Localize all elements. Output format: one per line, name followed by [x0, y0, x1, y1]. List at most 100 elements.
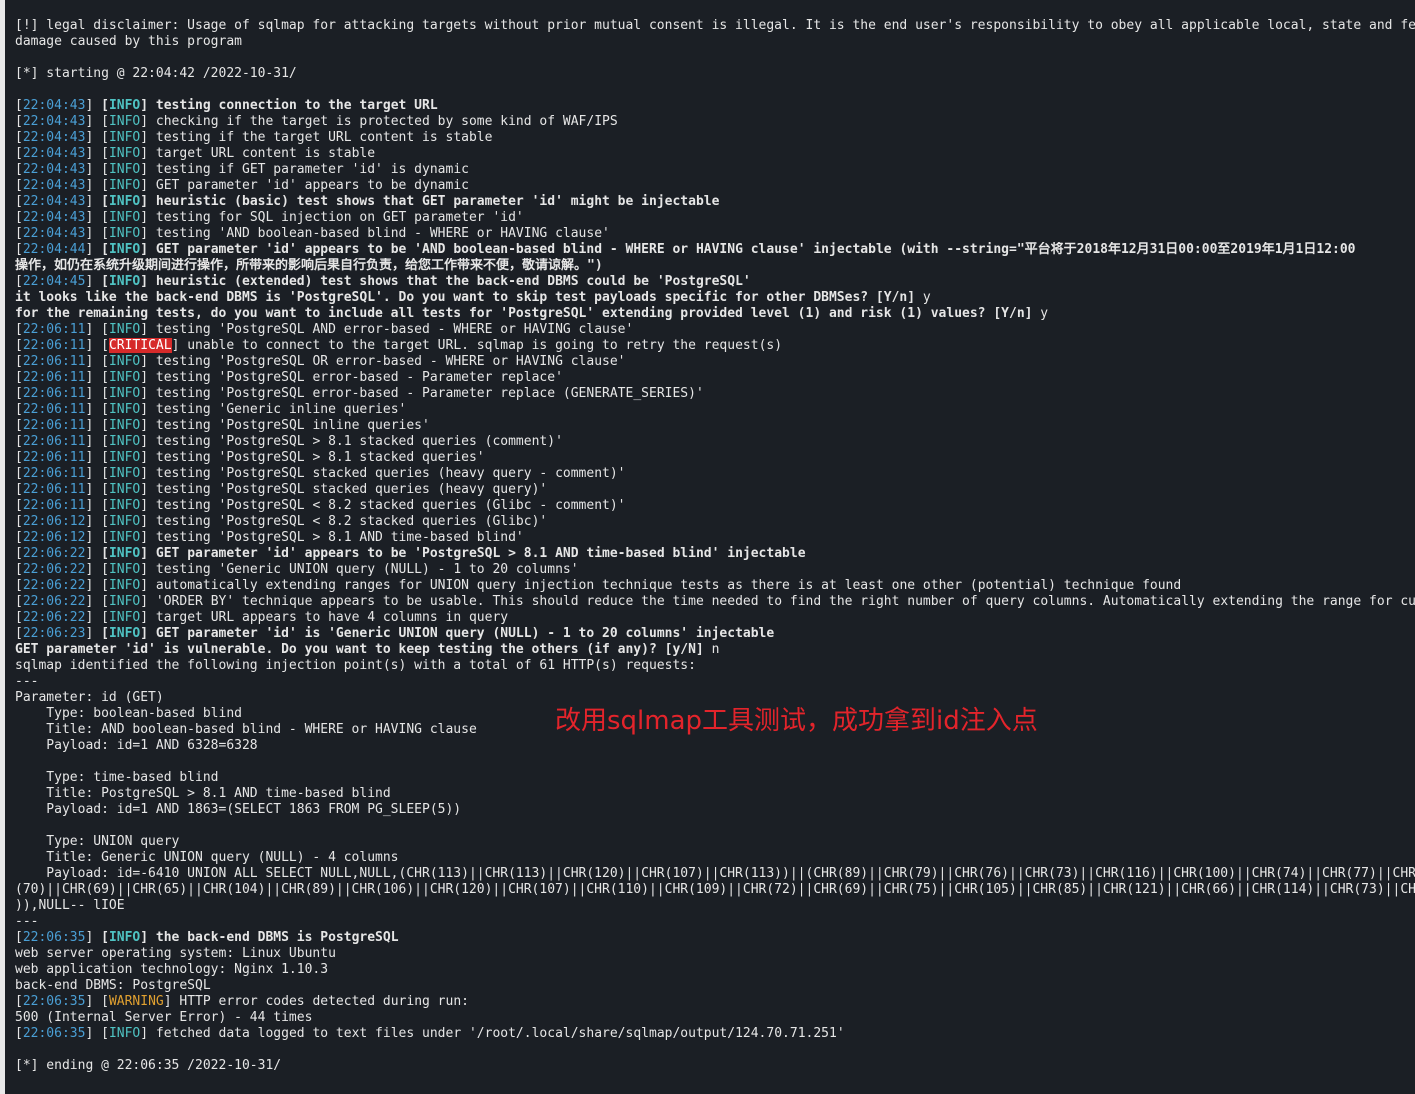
bracket: [ — [101, 386, 109, 401]
terminal-line: Type: time-based blind — [15, 770, 1415, 786]
bracket: ] — [85, 610, 102, 625]
bracket: ] — [140, 546, 156, 561]
log-timestamp: 22:06:22 — [22, 546, 86, 561]
log-level-badge: INFO — [108, 242, 141, 257]
bracket: [ — [101, 482, 109, 497]
bracket: [ — [15, 354, 23, 369]
user-answer: y — [915, 290, 931, 305]
terminal-output[interactable]: [!] legal disclaimer: Usage of sqlmap fo… — [5, 0, 1415, 1094]
terminal-line: Payload: id=1 AND 6328=6328 — [15, 738, 1415, 754]
log-level-badge: INFO — [108, 594, 141, 609]
bracket: [ — [101, 530, 109, 545]
terminal-line: [22:06:11] [INFO] testing 'PostgreSQL > … — [15, 450, 1415, 466]
log-level-badge: INFO — [108, 194, 141, 209]
log-level-badge: INFO — [108, 546, 141, 561]
terminal-line: [22:04:43] [INFO] testing if GET paramet… — [15, 162, 1415, 178]
bracket: [ — [101, 354, 109, 369]
log-message: GET parameter 'id' is vulnerable. Do you… — [15, 642, 704, 657]
bracket: ] — [140, 930, 156, 945]
log-message: web server operating system: Linux Ubunt… — [15, 946, 336, 961]
log-message: --- — [15, 674, 39, 689]
log-message: Payload: id=1 AND 6328=6328 — [15, 738, 258, 753]
log-message: automatically extending ranges for UNION… — [155, 578, 1182, 593]
log-timestamp: 22:06:22 — [22, 578, 86, 593]
bracket: [ — [101, 242, 109, 257]
bracket: [ — [15, 562, 23, 577]
bracket: ] — [85, 546, 102, 561]
bracket: [ — [101, 114, 109, 129]
log-level-badge: INFO — [108, 514, 141, 529]
terminal-line: [22:04:43] [INFO] testing 'AND boolean-b… — [15, 226, 1415, 242]
log-level-badge: INFO — [108, 498, 141, 513]
log-timestamp: 22:04:43 — [22, 146, 86, 161]
log-timestamp: 22:06:11 — [22, 322, 86, 337]
log-message: Title: AND boolean-based blind - WHERE o… — [15, 722, 477, 737]
bracket: ] — [85, 482, 102, 497]
bracket: ] — [140, 450, 156, 465]
bracket: [ — [15, 274, 23, 289]
bracket: ] — [85, 386, 102, 401]
log-level-badge: INFO — [108, 930, 141, 945]
bracket: ] — [85, 530, 102, 545]
bracket: ] — [140, 274, 156, 289]
bracket: [ — [101, 274, 109, 289]
log-timestamp: 22:06:22 — [22, 610, 86, 625]
log-message: --- — [15, 914, 39, 929]
log-timestamp: 22:04:43 — [22, 194, 86, 209]
bracket: [ — [101, 546, 109, 561]
log-level-badge: INFO — [108, 1026, 141, 1041]
log-message: testing for SQL injection on GET paramet… — [155, 210, 524, 225]
log-level-badge: INFO — [108, 354, 141, 369]
log-message: testing 'PostgreSQL AND error-based - WH… — [155, 322, 634, 337]
log-message: 操作，如仍在系统升级期间进行操作，所带来的影响后果自行负责，给您工作带来不便，敬… — [15, 258, 603, 273]
log-message: 500 (Internal Server Error) - 44 times — [15, 1010, 313, 1025]
bracket: [ — [15, 210, 23, 225]
bracket: [ — [101, 594, 109, 609]
log-level-badge: INFO — [108, 226, 141, 241]
log-message: back-end DBMS: PostgreSQL — [15, 978, 211, 993]
bracket: ] — [85, 994, 102, 1009]
log-timestamp: 22:04:43 — [22, 114, 86, 129]
log-message: [*] ending @ 22:06:35 /2022-10-31/ — [15, 1058, 282, 1073]
bracket: [ — [101, 98, 109, 113]
terminal-line: --- — [15, 674, 1415, 690]
bracket: ] — [140, 482, 156, 497]
bracket: [ — [15, 498, 23, 513]
bracket: ] — [85, 354, 102, 369]
bracket: [ — [15, 370, 23, 385]
bracket: [ — [15, 114, 23, 129]
terminal-line: [22:06:11] [INFO] testing 'PostgreSQL OR… — [15, 354, 1415, 370]
bracket: ] — [85, 594, 102, 609]
bracket: ] — [85, 578, 102, 593]
log-timestamp: 22:04:43 — [22, 178, 86, 193]
bracket: ] — [85, 930, 102, 945]
log-message: Title: Generic UNION query (NULL) - 4 co… — [15, 850, 399, 865]
bracket: ] — [140, 130, 156, 145]
log-timestamp: 22:06:11 — [22, 498, 86, 513]
bracket: [ — [15, 130, 23, 145]
log-message: testing connection to the target URL — [155, 98, 438, 113]
bracket: [ — [101, 322, 109, 337]
log-timestamp: 22:04:44 — [22, 242, 86, 257]
bracket: ] — [140, 578, 156, 593]
log-level-badge: INFO — [108, 370, 141, 385]
log-message: (70)||CHR(69)||CHR(65)||CHR(104)||CHR(89… — [15, 882, 1415, 897]
terminal-line: [22:06:11] [INFO] testing 'Generic inlin… — [15, 402, 1415, 418]
bracket: [ — [101, 626, 109, 641]
log-message: testing 'Generic inline queries' — [155, 402, 407, 417]
terminal-line: (70)||CHR(69)||CHR(65)||CHR(104)||CHR(89… — [15, 882, 1415, 898]
log-message: Payload: id=-6410 UNION ALL SELECT NULL,… — [15, 866, 1415, 881]
terminal-line: [22:06:35] [INFO] fetched data logged to… — [15, 1026, 1415, 1042]
terminal-line: [22:06:23] [INFO] GET parameter 'id' is … — [15, 626, 1415, 642]
bracket: [ — [15, 162, 23, 177]
bracket: ] — [85, 626, 102, 641]
bracket: ] — [140, 418, 156, 433]
log-timestamp: 22:06:35 — [22, 930, 86, 945]
user-answer: n — [703, 642, 720, 657]
bracket: [ — [15, 594, 23, 609]
log-message: [!] legal disclaimer: Usage of sqlmap fo… — [15, 18, 1415, 33]
bracket: [ — [101, 930, 109, 945]
bracket: [ — [15, 466, 23, 481]
